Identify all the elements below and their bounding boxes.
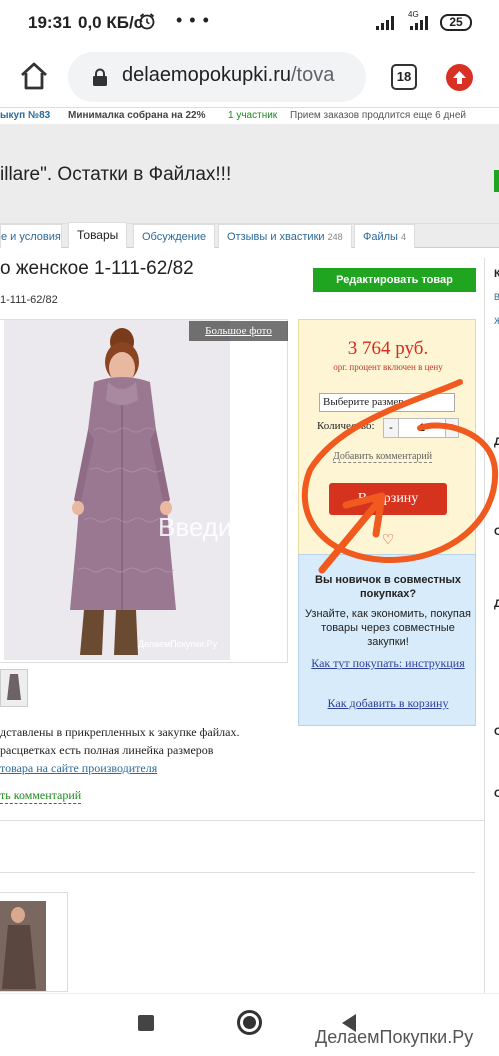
join-button-edge[interactable]: [494, 170, 499, 192]
tab-reviews-count: 248: [327, 232, 343, 242]
tab-products[interactable]: Товары: [68, 222, 128, 248]
price-note: орг. процент включен в цену: [333, 362, 443, 372]
alarm-icon: [138, 12, 156, 35]
product-photo[interactable]: [4, 320, 230, 660]
newbie-text: Узнайте, как экономить, покупая товары ч…: [305, 608, 471, 648]
product-price: 3 764 руб.: [347, 338, 429, 359]
add-comment-link-bottom[interactable]: ть комментарий: [0, 788, 82, 804]
purchase-title: illare". Остатки в Файлах!!!: [0, 164, 232, 185]
newbie-title: Вы новичок в совместных покупках?: [315, 574, 461, 600]
lock-icon: [92, 68, 108, 86]
divider-2: [0, 872, 475, 873]
price-box: 3 764 руб. орг. процент включен в цену В…: [298, 319, 476, 569]
minimum-progress: Минималка собрана на 22%: [68, 110, 206, 121]
purchase-number[interactable]: ыкуп №83: [0, 110, 50, 121]
purchase-tabs: е и условия Товары Обсуждение Отзывы и х…: [0, 222, 499, 248]
quantity-input[interactable]: 1: [399, 418, 445, 438]
description-line-1: дставлены в прикрепленных к закупке файл…: [0, 725, 240, 739]
web-page: ыкуп №83 Минималка собрана на 22% 1 учас…: [0, 108, 499, 993]
how-to-buy-link[interactable]: Как тут покупать: инструкция: [299, 656, 477, 670]
right-sidebar-cropped: К В Ж Д С Д С О: [484, 258, 499, 993]
tab-reviews[interactable]: Отзывы и хвастики 248: [218, 224, 352, 248]
battery-icon: 25: [440, 14, 472, 31]
how-to-add-to-cart-link[interactable]: Как добавить в корзину: [299, 696, 477, 711]
recent-apps-button[interactable]: [138, 1015, 154, 1031]
home-button[interactable]: [237, 1010, 262, 1035]
update-icon[interactable]: [446, 64, 473, 91]
url-text: delaemopokupki.ru/tova: [122, 64, 358, 87]
related-product-image: [0, 901, 46, 991]
url-host: delaemopokupki.ru: [122, 64, 291, 86]
tab-switcher-button[interactable]: 18: [391, 64, 417, 90]
home-icon[interactable]: [18, 60, 50, 92]
status-bar: 19:31 0,0 КБ/с • • • 4G 25: [0, 0, 499, 46]
description-line-2: расцветках есть полная линейка размеров: [0, 743, 214, 757]
status-speed: 0,0 КБ/с: [78, 13, 144, 32]
right-letter-5: С: [494, 526, 499, 538]
photo-watermark: ДелаемПокупки.Ру: [138, 639, 218, 649]
size-select[interactable]: Выберите размер: [319, 393, 455, 412]
product-thumbnail[interactable]: [0, 669, 28, 707]
tab-products-label: Товары: [77, 228, 119, 242]
right-letter-8: О: [494, 788, 499, 800]
more-notifications-icon: • • •: [176, 10, 210, 30]
tab-files-label: Файлы: [363, 231, 398, 243]
big-photo-button[interactable]: Бoльшое фото: [189, 321, 288, 341]
signal-icon-2: [410, 15, 430, 35]
right-letter-2[interactable]: В: [494, 292, 499, 302]
brand-watermark: ДелаемПокупки.Ру: [315, 1027, 474, 1047]
add-to-cart-button[interactable]: В корзину: [329, 483, 447, 515]
right-letter-7: С: [494, 726, 499, 738]
manufacturer-link[interactable]: товара на сайте производителя: [0, 759, 239, 777]
address-bar[interactable]: delaemopokupki.ru/tova: [68, 52, 366, 102]
add-comment-link[interactable]: Добавить комментарий: [333, 451, 433, 463]
tab-terms[interactable]: е и условия: [0, 224, 62, 248]
participants-count[interactable]: 1 участник: [228, 110, 277, 121]
product-article: 1-111-62/82: [0, 294, 58, 306]
url-path: /tova: [291, 64, 335, 86]
purchase-header: illare". Остатки в Файлах!!!: [0, 124, 499, 224]
right-letter-6: Д: [494, 598, 499, 610]
tab-terms-label: е и условия: [1, 231, 61, 243]
newbie-info-box: Вы новичок в совместных покупках? Узнайт…: [298, 554, 476, 726]
tab-discussion-label: Обсуждение: [142, 231, 207, 243]
edit-product-button[interactable]: Редактировать товар: [313, 268, 476, 292]
product-title: о женское 1-111-62/82: [0, 258, 194, 279]
product-photo-frame: [0, 319, 288, 663]
tab-files-count: 4: [401, 232, 407, 242]
tab-reviews-label: Отзывы и хвастики: [227, 231, 325, 243]
photo-overlay-text: Введи...: [158, 512, 255, 542]
divider: [0, 820, 499, 821]
tab-files[interactable]: Файлы 4: [354, 224, 416, 248]
right-letter-1: К: [494, 268, 499, 280]
purchase-stats-strip: ыкуп №83 Минималка собрана на 22% 1 учас…: [0, 108, 499, 124]
order-deadline: Прием заказов продлится еще 6 дней: [290, 110, 466, 121]
product-description: дставлены в прикрепленных к закупке файл…: [0, 723, 239, 777]
quantity-decrease-button[interactable]: -: [383, 418, 399, 438]
status-time: 19:31: [28, 13, 72, 32]
quantity-increase-button[interactable]: +: [445, 418, 459, 438]
favorite-heart-icon[interactable]: ♡: [299, 531, 477, 548]
signal-icon: [376, 15, 396, 35]
size-select-value: Выберите размер: [323, 396, 404, 408]
tab-discussion[interactable]: Обсуждение: [133, 224, 216, 248]
quantity-label: Количество:: [317, 420, 375, 432]
right-letter-4: Д: [494, 436, 499, 448]
browser-toolbar: delaemopokupki.ru/tova 18: [0, 46, 499, 108]
related-product-card[interactable]: [0, 892, 68, 992]
right-letter-3[interactable]: Ж: [494, 316, 499, 326]
